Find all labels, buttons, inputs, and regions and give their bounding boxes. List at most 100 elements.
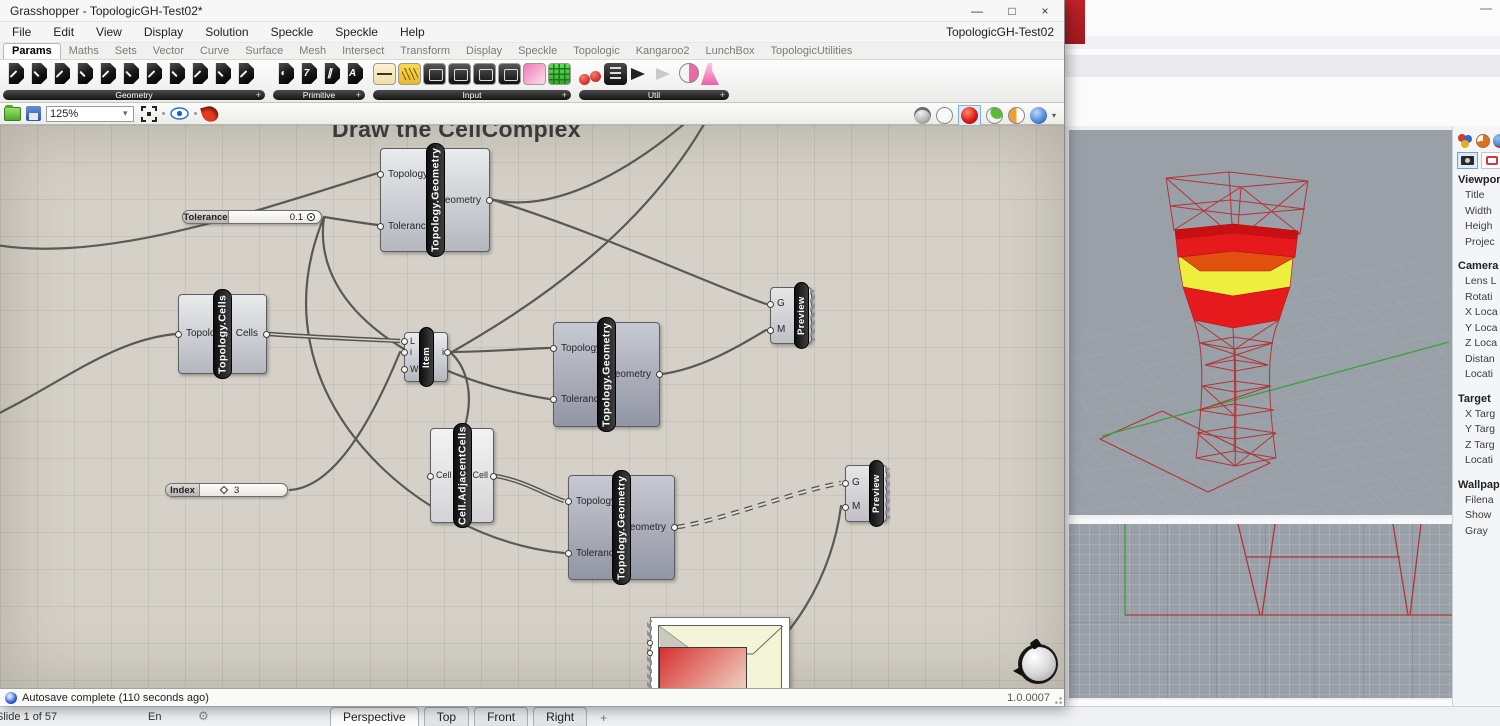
jump-icon[interactable] (654, 63, 677, 85)
shaded-preview-selected[interactable] (958, 105, 981, 126)
swatch-color[interactable] (659, 647, 747, 688)
section-wallpaper[interactable]: Wallpap (1458, 479, 1500, 491)
custom-preview-icon[interactable] (1030, 107, 1047, 124)
section-viewport[interactable]: Viewpor (1458, 174, 1500, 186)
group-expand-icon[interactable]: + (720, 90, 725, 100)
node-preview-2[interactable]: G M Preview (845, 465, 887, 522)
zoom-extents-icon[interactable] (141, 106, 157, 122)
resize-grip[interactable] (1055, 697, 1062, 704)
input-port[interactable] (401, 338, 408, 345)
tab-speckle[interactable]: Speckle (510, 44, 565, 59)
swatch-port[interactable] (647, 640, 653, 646)
relay-icon[interactable] (629, 63, 652, 85)
preview-dropdown-icon[interactable]: ▾ (1052, 111, 1056, 120)
no-preview-icon[interactable] (914, 107, 931, 124)
menu-speckle-1[interactable]: Speckle (271, 25, 314, 39)
zoom-dropdown-icon[interactable]: ▾ (123, 108, 128, 119)
output-port[interactable] (656, 371, 663, 378)
slider-knob[interactable] (307, 213, 315, 221)
input-port[interactable] (175, 331, 182, 338)
output-port[interactable] (486, 197, 493, 204)
gear-icon[interactable]: ⚙ (198, 709, 209, 723)
tab-topologic[interactable]: Topologic (565, 44, 627, 59)
input-port[interactable] (767, 327, 774, 334)
input-port[interactable] (842, 480, 849, 487)
group-expand-icon[interactable]: + (562, 90, 567, 100)
menu-help[interactable]: Help (400, 25, 425, 39)
input-port[interactable] (565, 498, 572, 505)
input-port[interactable] (377, 223, 384, 230)
primitive-icon[interactable]: A (342, 63, 363, 84)
tab-perspective[interactable]: Perspective (330, 707, 419, 726)
primitive-icon[interactable]: ◐ (273, 63, 294, 84)
perspective-viewport[interactable] (1069, 130, 1452, 515)
primitive-icon[interactable]: 7 (296, 63, 317, 84)
geometry-icon[interactable] (3, 63, 24, 84)
colour-swatch-panel[interactable] (650, 617, 790, 688)
tab-curve[interactable]: Curve (192, 44, 237, 59)
cherry-picker-icon[interactable] (579, 63, 602, 85)
tab-maths[interactable]: Maths (61, 44, 107, 59)
front-viewport[interactable] (1069, 524, 1452, 698)
input-port[interactable] (767, 301, 774, 308)
group-label[interactable]: Input (373, 90, 571, 100)
preview-eye-icon[interactable] (170, 107, 189, 120)
output-port[interactable] (490, 473, 497, 480)
group-expand-icon[interactable]: + (356, 90, 361, 100)
panel-icon[interactable] (498, 63, 521, 85)
swatch-port[interactable] (647, 650, 653, 656)
button-icon[interactable] (448, 63, 471, 85)
input-port[interactable] (401, 366, 408, 373)
node-preview-1[interactable]: G M Preview (770, 287, 812, 344)
node-topology-cells[interactable]: Topology Cells Topology.Cells (178, 294, 267, 374)
menu-edit[interactable]: Edit (53, 25, 74, 39)
tab-right[interactable]: Right (533, 707, 587, 726)
group-expand-icon[interactable]: + (256, 90, 261, 100)
zoom-level-input[interactable] (46, 106, 134, 122)
camera-button[interactable] (1457, 152, 1478, 169)
geometry-icon[interactable] (210, 63, 231, 84)
output-port[interactable] (671, 524, 678, 531)
close-button[interactable]: × (1028, 0, 1062, 22)
title-bar[interactable]: Grasshopper - TopologicGH-Test02* — □ × (0, 0, 1064, 22)
input-port[interactable] (377, 171, 384, 178)
canvas-navigation-ball[interactable] (1018, 642, 1060, 684)
tab-transform[interactable]: Transform (392, 44, 458, 59)
data-tree-icon[interactable] (604, 63, 627, 85)
open-file-icon[interactable] (4, 107, 21, 121)
maximize-button[interactable]: □ (995, 0, 1029, 22)
menu-view[interactable]: View (96, 25, 122, 39)
input-port[interactable] (401, 349, 408, 356)
geometry-icon[interactable] (72, 63, 93, 84)
add-viewport-icon[interactable]: + (596, 709, 611, 726)
geometry-icon[interactable] (26, 63, 47, 84)
material-tab-icon[interactable] (1476, 134, 1490, 148)
language-indicator[interactable]: En (148, 711, 161, 723)
wireframe-preview-icon[interactable] (936, 107, 953, 124)
input-port[interactable] (550, 345, 557, 352)
node-item[interactable]: L i W i Item (404, 332, 448, 382)
input-port[interactable] (427, 473, 434, 480)
gradient-icon[interactable] (523, 63, 546, 85)
group-label[interactable]: Primitive (273, 90, 365, 100)
menu-file[interactable]: File (12, 25, 31, 39)
knob-icon[interactable] (423, 63, 446, 85)
input-port[interactable] (842, 504, 849, 511)
tab-surface[interactable]: Surface (237, 44, 291, 59)
node-topology-geometry-1[interactable]: Topology Tolerance Geometry Topology.Geo… (380, 148, 490, 252)
tab-mesh[interactable]: Mesh (291, 44, 334, 59)
gh-canvas[interactable]: Draw the CellComplex (0, 125, 1064, 688)
selected-only-preview-icon[interactable] (986, 107, 1003, 124)
geometry-icon[interactable] (187, 63, 208, 84)
slider-component-icon[interactable] (373, 63, 396, 85)
output-port[interactable] (444, 349, 451, 356)
input-port[interactable] (565, 550, 572, 557)
value-list-icon[interactable] (473, 63, 496, 85)
galapagos-icon[interactable] (701, 63, 719, 85)
image-sampler-icon[interactable] (548, 63, 571, 85)
geometry-icon[interactable] (95, 63, 116, 84)
tab-lunchbox[interactable]: LunchBox (698, 44, 763, 59)
geometry-icon[interactable] (141, 63, 162, 84)
slider-knob[interactable] (220, 486, 228, 494)
tab-display[interactable]: Display (458, 44, 510, 59)
